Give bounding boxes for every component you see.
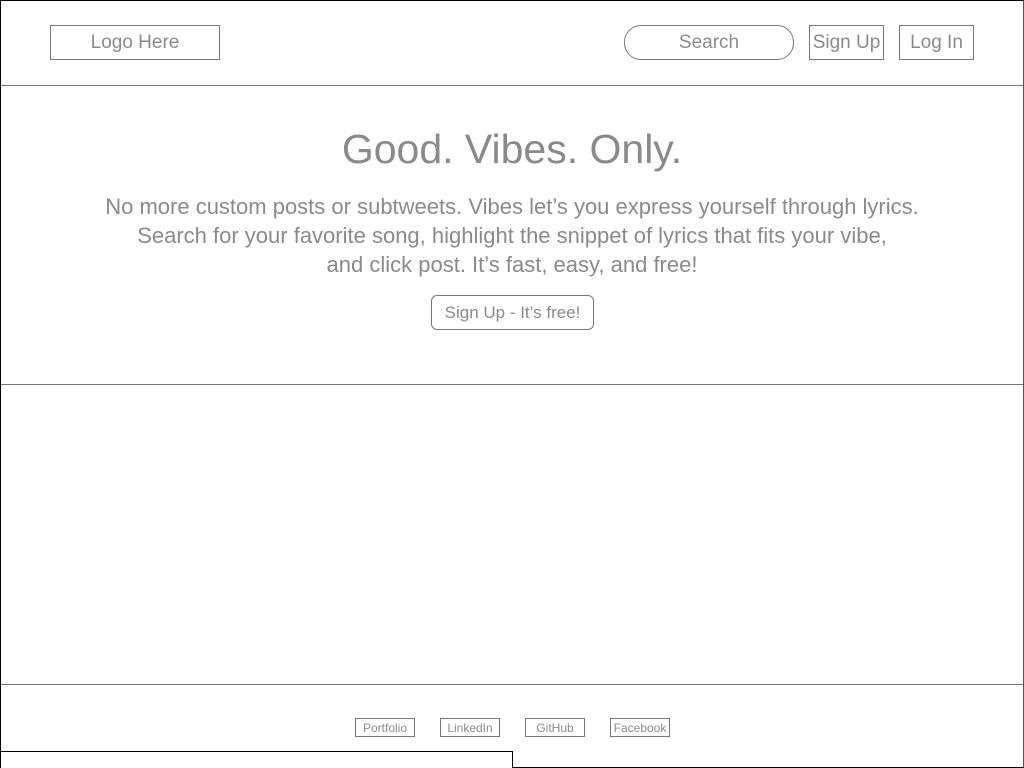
sign-up-label: Sign Up — [812, 31, 881, 53]
footer-link-github[interactable]: GitHub — [525, 718, 585, 737]
search-placeholder: Search — [678, 31, 740, 53]
footer-link-facebook[interactable]: Facebook — [610, 718, 670, 737]
hero-sign-up-button[interactable]: Sign Up - It’s free! — [431, 295, 594, 330]
bottom-bar — [0, 751, 513, 768]
sign-up-button[interactable]: Sign Up — [809, 25, 884, 60]
footer: Portfolio LinkedIn GitHub Facebook — [0, 684, 1023, 768]
footer-link-label: LinkedIn — [447, 720, 493, 735]
log-in-button[interactable]: Log In — [899, 25, 974, 60]
hero-description-line: Search for your favorite song, highlight… — [137, 223, 887, 248]
footer-link-label: Portfolio — [362, 720, 408, 735]
hero-description: No more custom posts or subtweets. Vibes… — [41, 192, 983, 279]
header: Logo Here Search Sign Up Log In — [1, 1, 1023, 86]
hero-description-line: and click post. It’s fast, easy, and fre… — [326, 252, 698, 277]
search-input[interactable]: Search — [624, 25, 794, 60]
logo-text: Logo Here — [90, 31, 180, 53]
content-area — [1, 385, 1023, 684]
hero-section: Good. Vibes. Only. No more custom posts … — [1, 86, 1023, 385]
footer-link-label: Facebook — [613, 720, 667, 735]
hero-description-line: No more custom posts or subtweets. Vibes… — [105, 194, 919, 219]
footer-link-label: GitHub — [536, 720, 574, 735]
footer-link-portfolio[interactable]: Portfolio — [355, 718, 415, 737]
footer-link-linkedin[interactable]: LinkedIn — [440, 718, 500, 737]
logo-placeholder[interactable]: Logo Here — [50, 25, 220, 60]
hero-sign-up-label: Sign Up - It’s free! — [444, 302, 581, 322]
page: Logo Here Search Sign Up Log In Good. Vi… — [0, 0, 1024, 768]
hero-title: Good. Vibes. Only. — [341, 126, 683, 172]
log-in-label: Log In — [910, 31, 963, 53]
